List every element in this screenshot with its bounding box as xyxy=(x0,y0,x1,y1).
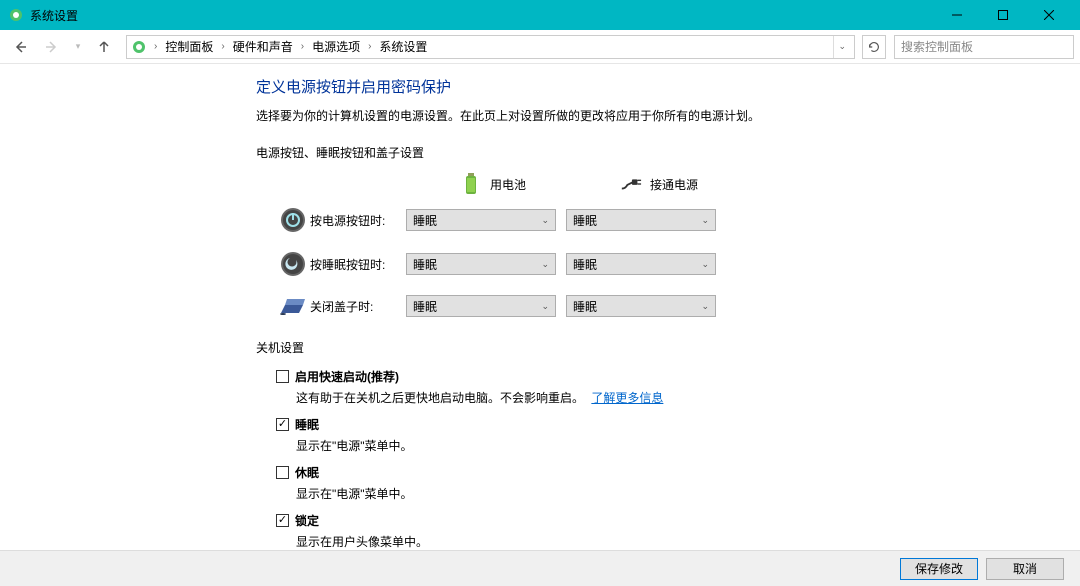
forward-button[interactable] xyxy=(38,33,66,61)
plugged-header: 接通电源 xyxy=(650,176,698,193)
cancel-button[interactable]: 取消 xyxy=(986,558,1064,580)
power-button-battery-select[interactable]: 睡眠 ⌄ xyxy=(406,209,556,231)
sleep-label: 睡眠 xyxy=(295,416,319,433)
breadcrumb-separator: › xyxy=(154,41,157,52)
shutdown-section-heading: 关机设置 xyxy=(256,339,836,356)
chevron-down-icon: ⌄ xyxy=(541,259,549,270)
lid-label: 关闭盖子时: xyxy=(310,298,406,315)
refresh-button[interactable] xyxy=(862,35,886,59)
lock-label: 锁定 xyxy=(295,512,319,529)
breadcrumb-separator: › xyxy=(221,41,224,52)
sleep-checkbox[interactable] xyxy=(276,418,289,431)
sleep-button-label: 按睡眠按钮时: xyxy=(310,256,406,273)
plug-icon xyxy=(620,173,642,195)
power-settings-table: 用电池 接通电源 按电源按钮时: 睡眠 ⌄ xyxy=(276,173,836,317)
lid-plugged-select[interactable]: 睡眠 ⌄ xyxy=(566,295,716,317)
lock-checkbox[interactable] xyxy=(276,514,289,527)
breadcrumb-item[interactable]: 系统设置 xyxy=(376,36,430,57)
power-button-label: 按电源按钮时: xyxy=(310,212,406,229)
lock-desc: 显示在用户头像菜单中。 xyxy=(296,533,836,550)
lid-row: 关闭盖子时: 睡眠 ⌄ 睡眠 ⌄ xyxy=(276,295,836,317)
power-section-heading: 电源按钮、睡眠按钮和盖子设置 xyxy=(256,144,836,161)
recent-dropdown[interactable]: ▾ xyxy=(70,33,86,61)
breadcrumb-root-icon xyxy=(131,39,147,55)
breadcrumb-separator: › xyxy=(368,41,371,52)
app-icon xyxy=(8,7,24,23)
power-button-row: 按电源按钮时: 睡眠 ⌄ 睡眠 ⌄ xyxy=(276,207,836,233)
sleep-button-plugged-select[interactable]: 睡眠 ⌄ xyxy=(566,253,716,275)
maximize-button[interactable] xyxy=(980,0,1026,30)
breadcrumb-dropdown[interactable]: ⌄ xyxy=(833,36,850,58)
close-button[interactable] xyxy=(1026,0,1072,30)
save-button[interactable]: 保存修改 xyxy=(900,558,978,580)
sleep-row: 睡眠 xyxy=(276,416,836,433)
breadcrumb-item[interactable]: 硬件和声音 xyxy=(230,36,296,57)
hibernate-desc: 显示在"电源"菜单中。 xyxy=(296,485,836,502)
chevron-down-icon: ⌄ xyxy=(541,301,549,312)
learn-more-link[interactable]: 了解更多信息 xyxy=(591,391,663,405)
power-icon xyxy=(276,207,310,233)
navbar: ▾ › 控制面板 › 硬件和声音 › 电源选项 › 系统设置 ⌄ 搜索控制面板 xyxy=(0,30,1080,64)
fast-startup-desc: 这有助于在关机之后更快地启动电脑。不会影响重启。 了解更多信息 xyxy=(296,389,836,406)
fast-startup-label: 启用快速启动(推荐) xyxy=(295,368,399,385)
lid-battery-select[interactable]: 睡眠 ⌄ xyxy=(406,295,556,317)
content-area: 定义电源按钮并启用密码保护 选择要为你的计算机设置的电源设置。在此页上对设置所做… xyxy=(0,64,1080,550)
fast-startup-row: 启用快速启动(推荐) xyxy=(276,368,836,385)
search-placeholder: 搜索控制面板 xyxy=(901,38,973,55)
chevron-down-icon: ⌄ xyxy=(701,259,709,270)
hibernate-label: 休眠 xyxy=(295,464,319,481)
footer-bar: 保存修改 取消 xyxy=(0,550,1080,586)
sleep-icon xyxy=(276,251,310,277)
page-description: 选择要为你的计算机设置的电源设置。在此页上对设置所做的更改将应用于你所有的电源计… xyxy=(256,107,836,124)
minimize-button[interactable] xyxy=(934,0,980,30)
window-title: 系统设置 xyxy=(30,7,78,24)
sleep-button-row: 按睡眠按钮时: 睡眠 ⌄ 睡眠 ⌄ xyxy=(276,251,836,277)
chevron-down-icon: ⌄ xyxy=(701,215,709,226)
back-button[interactable] xyxy=(6,33,34,61)
fast-startup-checkbox[interactable] xyxy=(276,370,289,383)
page-title: 定义电源按钮并启用密码保护 xyxy=(256,76,836,97)
breadcrumb-item[interactable]: 电源选项 xyxy=(309,36,363,57)
search-input[interactable]: 搜索控制面板 xyxy=(894,35,1074,59)
sleep-desc: 显示在"电源"菜单中。 xyxy=(296,437,836,454)
breadcrumb-bar[interactable]: › 控制面板 › 硬件和声音 › 电源选项 › 系统设置 ⌄ xyxy=(126,35,855,59)
battery-header: 用电池 xyxy=(490,176,526,193)
hibernate-row: 休眠 xyxy=(276,464,836,481)
power-button-plugged-select[interactable]: 睡眠 ⌄ xyxy=(566,209,716,231)
lock-row: 锁定 xyxy=(276,512,836,529)
chevron-down-icon: ⌄ xyxy=(541,215,549,226)
breadcrumb-separator: › xyxy=(301,41,304,52)
lid-icon xyxy=(276,295,310,317)
breadcrumb-item[interactable]: 控制面板 xyxy=(162,36,216,57)
titlebar: 系统设置 xyxy=(0,0,1080,30)
chevron-down-icon: ⌄ xyxy=(701,301,709,312)
battery-icon xyxy=(460,173,482,195)
up-button[interactable] xyxy=(90,33,118,61)
hibernate-checkbox[interactable] xyxy=(276,466,289,479)
sleep-button-battery-select[interactable]: 睡眠 ⌄ xyxy=(406,253,556,275)
